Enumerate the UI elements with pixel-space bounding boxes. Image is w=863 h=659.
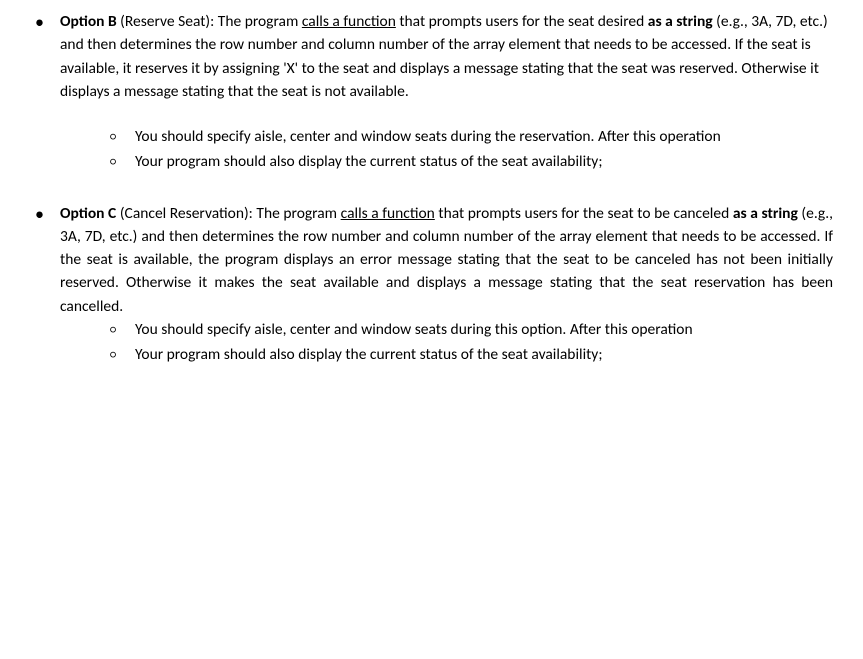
option-b-sublist: You should specify aisle, center and win… — [60, 125, 833, 174]
option-c-sub-2-text: Your program should also display the cur… — [135, 345, 602, 364]
option-b-label: Option B — [60, 12, 117, 31]
spacer — [60, 176, 833, 184]
option-c-item: Option C (Cancel Reservation): The progr… — [30, 202, 833, 367]
option-b-sub-2: Your program should also display the cur… — [60, 150, 833, 173]
option-c-calls: calls a function — [341, 204, 435, 223]
option-c-sublist: You should specify aisle, center and win… — [60, 318, 833, 367]
option-c-sub-2: Your program should also display the cur… — [60, 343, 833, 366]
option-b-sub-1-text: You should specify aisle, center and win… — [135, 127, 721, 146]
option-c-text-1: (Cancel Reservation): The program — [116, 204, 340, 223]
option-c-sub-1-text: You should specify aisle, center and win… — [135, 320, 693, 339]
option-b-paragraph: Option B (Reserve Seat): The program cal… — [60, 10, 833, 103]
spacer — [60, 103, 833, 125]
option-c-label: Option C — [60, 204, 116, 223]
option-b-text-1: (Reserve Seat): The program — [117, 12, 302, 31]
requirements-list: Option B (Reserve Seat): The program cal… — [30, 10, 833, 366]
option-b-calls: calls a function — [302, 12, 396, 31]
option-c-paragraph: Option C (Cancel Reservation): The progr… — [60, 202, 833, 318]
option-b-text-2: that prompts users for the seat desired — [396, 12, 648, 31]
option-b-sub-1: You should specify aisle, center and win… — [60, 125, 833, 148]
option-b-item: Option B (Reserve Seat): The program cal… — [30, 10, 833, 184]
option-b-as-string: as a string — [648, 12, 713, 31]
option-c-sub-1: You should specify aisle, center and win… — [60, 318, 833, 341]
option-c-as-string: as a string — [733, 204, 798, 223]
option-c-text-2: that prompts users for the seat to be ca… — [435, 204, 733, 223]
option-b-sub-2-text: Your program should also display the cur… — [135, 152, 602, 171]
